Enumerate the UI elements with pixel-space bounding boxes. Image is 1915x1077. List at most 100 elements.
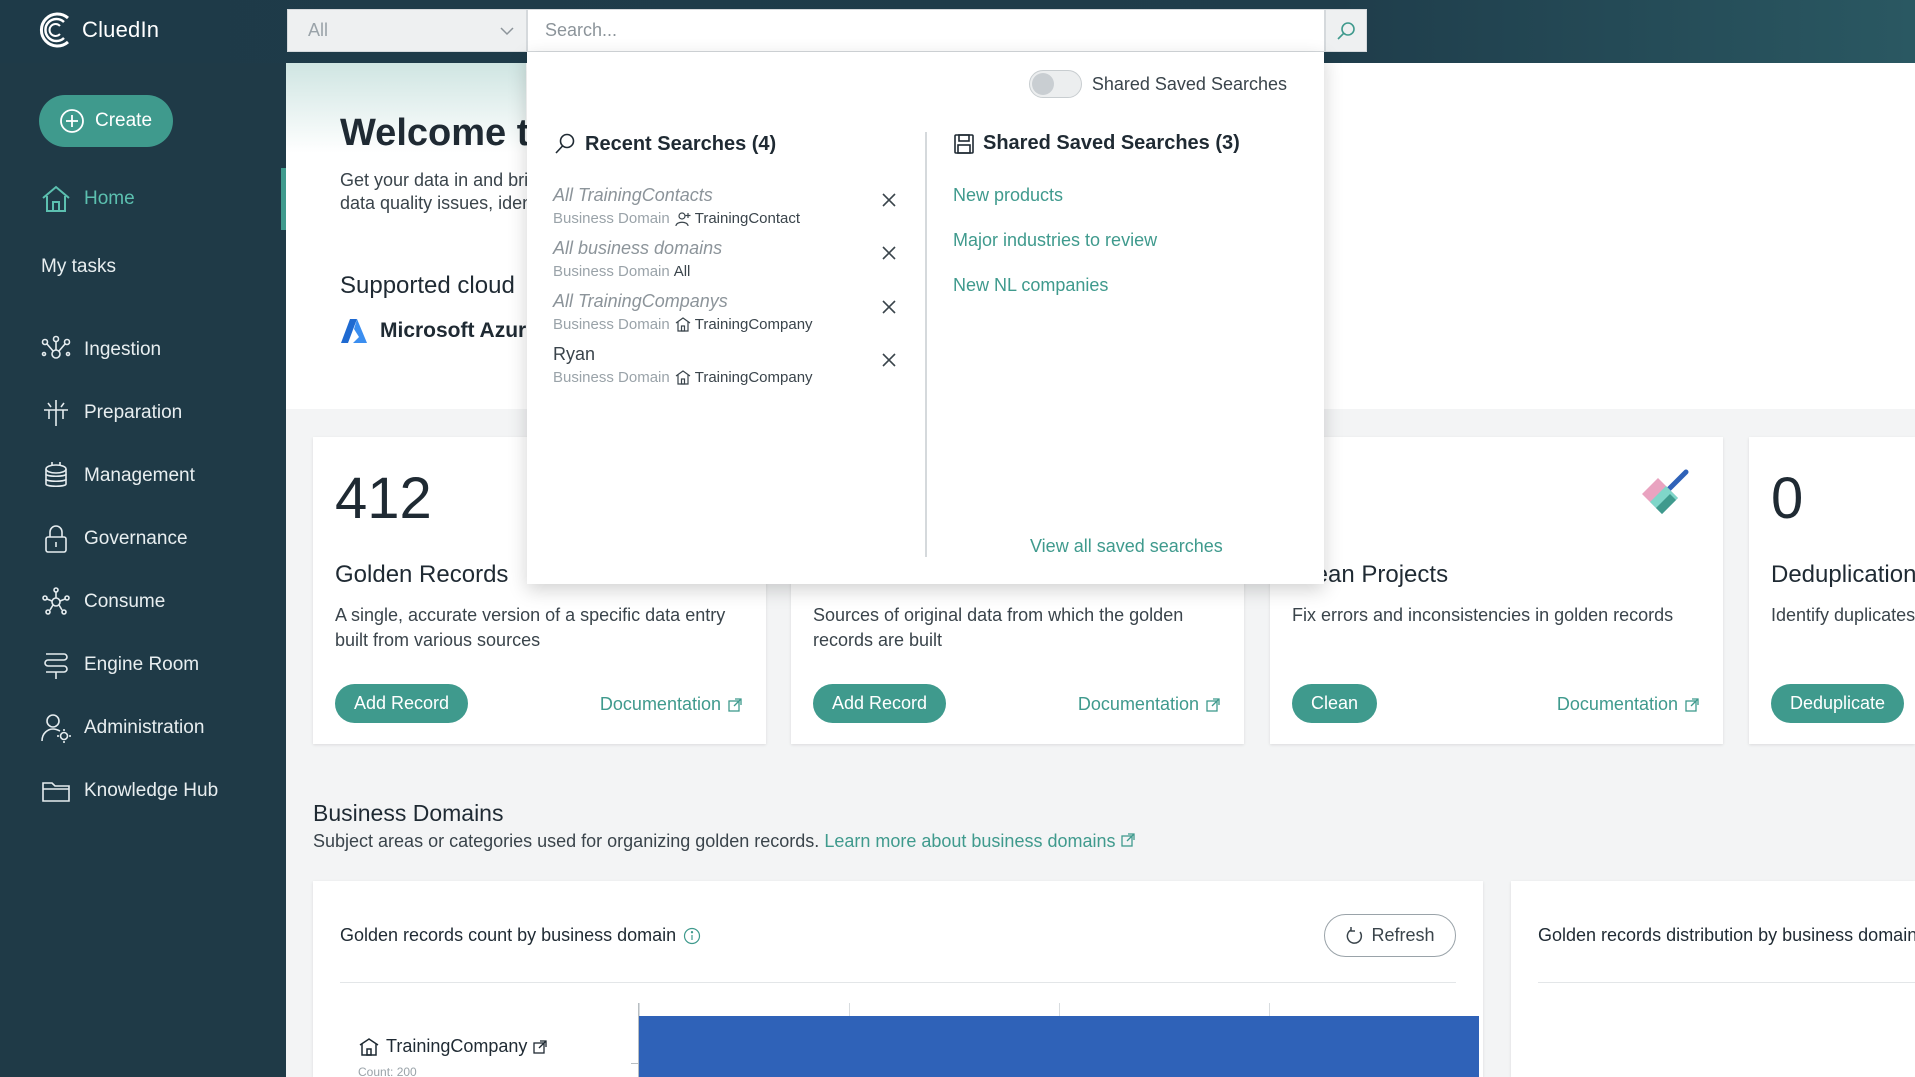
lock-icon <box>40 523 72 555</box>
bar-category-text: TrainingCompany <box>386 1036 528 1056</box>
sidebar-item-label: Home <box>84 188 135 209</box>
refresh-icon <box>1347 926 1363 944</box>
supported-cloud-title: Supported cloud <box>340 272 515 299</box>
search-input[interactable]: Search... <box>527 9 1325 52</box>
documentation-link[interactable]: Documentation <box>600 694 742 715</box>
search-dropdown: Shared Saved Searches Recent Searches (4… <box>527 52 1324 584</box>
card-description: Fix errors and inconsistencies in golden… <box>1292 605 1674 625</box>
add-record-button[interactable]: Add Record <box>335 684 469 723</box>
remove-recent-search-button[interactable] <box>878 349 900 371</box>
bar-training-company[interactable] <box>639 1016 1479 1077</box>
close-icon <box>882 353 896 367</box>
search-button[interactable] <box>1325 9 1367 52</box>
sidebar-item-administration[interactable]: Administration <box>0 705 286 751</box>
info-icon[interactable] <box>683 927 701 945</box>
cloud-provider-name: Microsoft Azure <box>380 319 530 342</box>
sidebar-item-knowledge-hub[interactable]: Knowledge Hub <box>0 768 286 814</box>
recent-search-title: All TrainingContacts <box>553 185 713 205</box>
add-source-record-button[interactable]: Add Record <box>813 684 947 723</box>
sidebar-item-governance[interactable]: Governance <box>0 516 286 562</box>
grid-line <box>1269 1003 1270 1016</box>
sidebar-item-my-tasks[interactable]: My tasks <box>0 244 286 290</box>
saved-search-link[interactable]: New NL companies <box>953 275 1108 296</box>
administration-icon <box>40 712 72 744</box>
create-button[interactable]: Create <box>39 95 173 147</box>
person-icon <box>675 211 691 226</box>
documentation-link[interactable]: Documentation <box>1078 694 1220 715</box>
sidebar-item-preparation[interactable]: Preparation <box>0 390 286 436</box>
shared-saved-searches-toggle-row: Shared Saved Searches <box>1028 70 1287 98</box>
learn-more-link[interactable]: Learn more about business domains <box>824 831 1115 851</box>
folder-icon <box>40 775 72 807</box>
app-name: CluedIn <box>82 17 160 42</box>
external-link-icon <box>1120 833 1135 847</box>
recent-search-title: All business domains <box>553 238 723 258</box>
remove-recent-search-button[interactable] <box>878 189 900 211</box>
sidebar: Create Home My tasks Ingestion Preparati… <box>0 63 286 1077</box>
business-domains-title: Business Domains <box>313 800 504 826</box>
ingestion-icon <box>40 334 72 366</box>
deduplicate-button[interactable]: Deduplicate <box>1771 684 1905 723</box>
plus-circle-icon <box>60 109 84 133</box>
sidebar-item-label: Consume <box>84 591 166 612</box>
saved-search-link[interactable]: New products <box>953 185 1063 206</box>
saved-search-link[interactable]: Major industries to review <box>953 230 1157 251</box>
recent-search-meta: Business Domain TrainingCompany <box>553 316 903 333</box>
recent-search-meta-label: Business Domain <box>553 210 670 227</box>
refresh-label: Refresh <box>1371 925 1435 945</box>
sidebar-item-consume[interactable]: Consume <box>0 579 286 625</box>
welcome-line-2: data quality issues, identify <box>340 193 530 213</box>
shared-saved-searches-toggle[interactable] <box>1028 70 1082 98</box>
building-icon <box>359 1037 379 1056</box>
documentation-link[interactable]: Documentation <box>1557 694 1699 715</box>
bar-category-label[interactable]: TrainingCompany <box>358 1036 548 1057</box>
recent-search-domain: TrainingCompany <box>694 316 813 333</box>
management-icon <box>40 460 72 492</box>
clean-button[interactable]: Clean <box>1292 684 1378 723</box>
recent-search-item[interactable]: Ryan Business Domain TrainingCompany <box>553 344 903 386</box>
recent-search-title: All TrainingCompanys <box>553 291 728 311</box>
toggle-knob <box>1031 73 1054 95</box>
remove-recent-search-button[interactable] <box>878 242 900 264</box>
toggle-label: Shared Saved Searches <box>1091 73 1287 94</box>
bar-count: Count: 200 <box>358 1065 417 1077</box>
create-button-label: Create <box>95 110 153 131</box>
sidebar-item-label: Administration <box>84 717 205 738</box>
sidebar-item-ingestion[interactable]: Ingestion <box>0 327 286 373</box>
recent-search-item[interactable]: All business domains Business Domain All <box>553 238 903 280</box>
panel-title-text: Golden records distribution by business … <box>1538 925 1915 945</box>
documentation-label: Documentation <box>1556 694 1678 714</box>
search-icon <box>555 133 575 154</box>
app-logo[interactable]: CluedIn <box>38 10 159 50</box>
refresh-button[interactable]: Refresh <box>1324 914 1456 957</box>
recent-search-domain: All <box>673 263 691 280</box>
sidebar-item-label: Engine Room <box>84 654 200 675</box>
recent-search-item[interactable]: All TrainingCompanys Business Domain Tra… <box>553 291 903 333</box>
sidebar-item-label: Knowledge Hub <box>84 780 219 801</box>
golden-records-count-panel: Golden records count by business domain … <box>313 881 1483 1077</box>
sidebar-item-engine-room[interactable]: Engine Room <box>0 642 286 688</box>
sidebar-item-management[interactable]: Management <box>0 453 286 499</box>
card-value: 0 <box>1771 466 1804 531</box>
sidebar-item-home[interactable]: Home <box>0 168 286 230</box>
recent-searches-title-text: Recent Searches (4) <box>585 132 777 155</box>
search-scope-value: All <box>308 20 329 40</box>
recent-search-meta: Business Domain TrainingCompany <box>553 369 903 386</box>
search-scope-select[interactable]: All <box>287 9 527 52</box>
recent-search-domain: TrainingCompany <box>694 369 813 386</box>
recent-search-meta-label: Business Domain <box>553 369 670 386</box>
external-link-icon <box>1206 697 1220 712</box>
shared-saved-searches-title: Shared Saved Searches (3) <box>953 132 1240 155</box>
consume-icon <box>40 586 72 618</box>
azure-logo-icon <box>341 319 367 343</box>
view-all-saved-searches-link[interactable]: View all saved searches <box>1030 536 1223 557</box>
recent-search-item[interactable]: All TrainingContacts Business Domain Tra… <box>553 185 903 227</box>
recent-search-meta: Business Domain TrainingContact <box>553 210 903 227</box>
remove-recent-search-button[interactable] <box>878 296 900 318</box>
clean-brush-icon <box>1642 469 1689 514</box>
panel-divider <box>340 982 1456 983</box>
recent-search-meta-label: Business Domain <box>553 316 670 333</box>
recent-search-meta: Business Domain All <box>553 263 903 280</box>
home-icon <box>40 183 72 215</box>
sidebar-item-label: Preparation <box>84 402 183 423</box>
